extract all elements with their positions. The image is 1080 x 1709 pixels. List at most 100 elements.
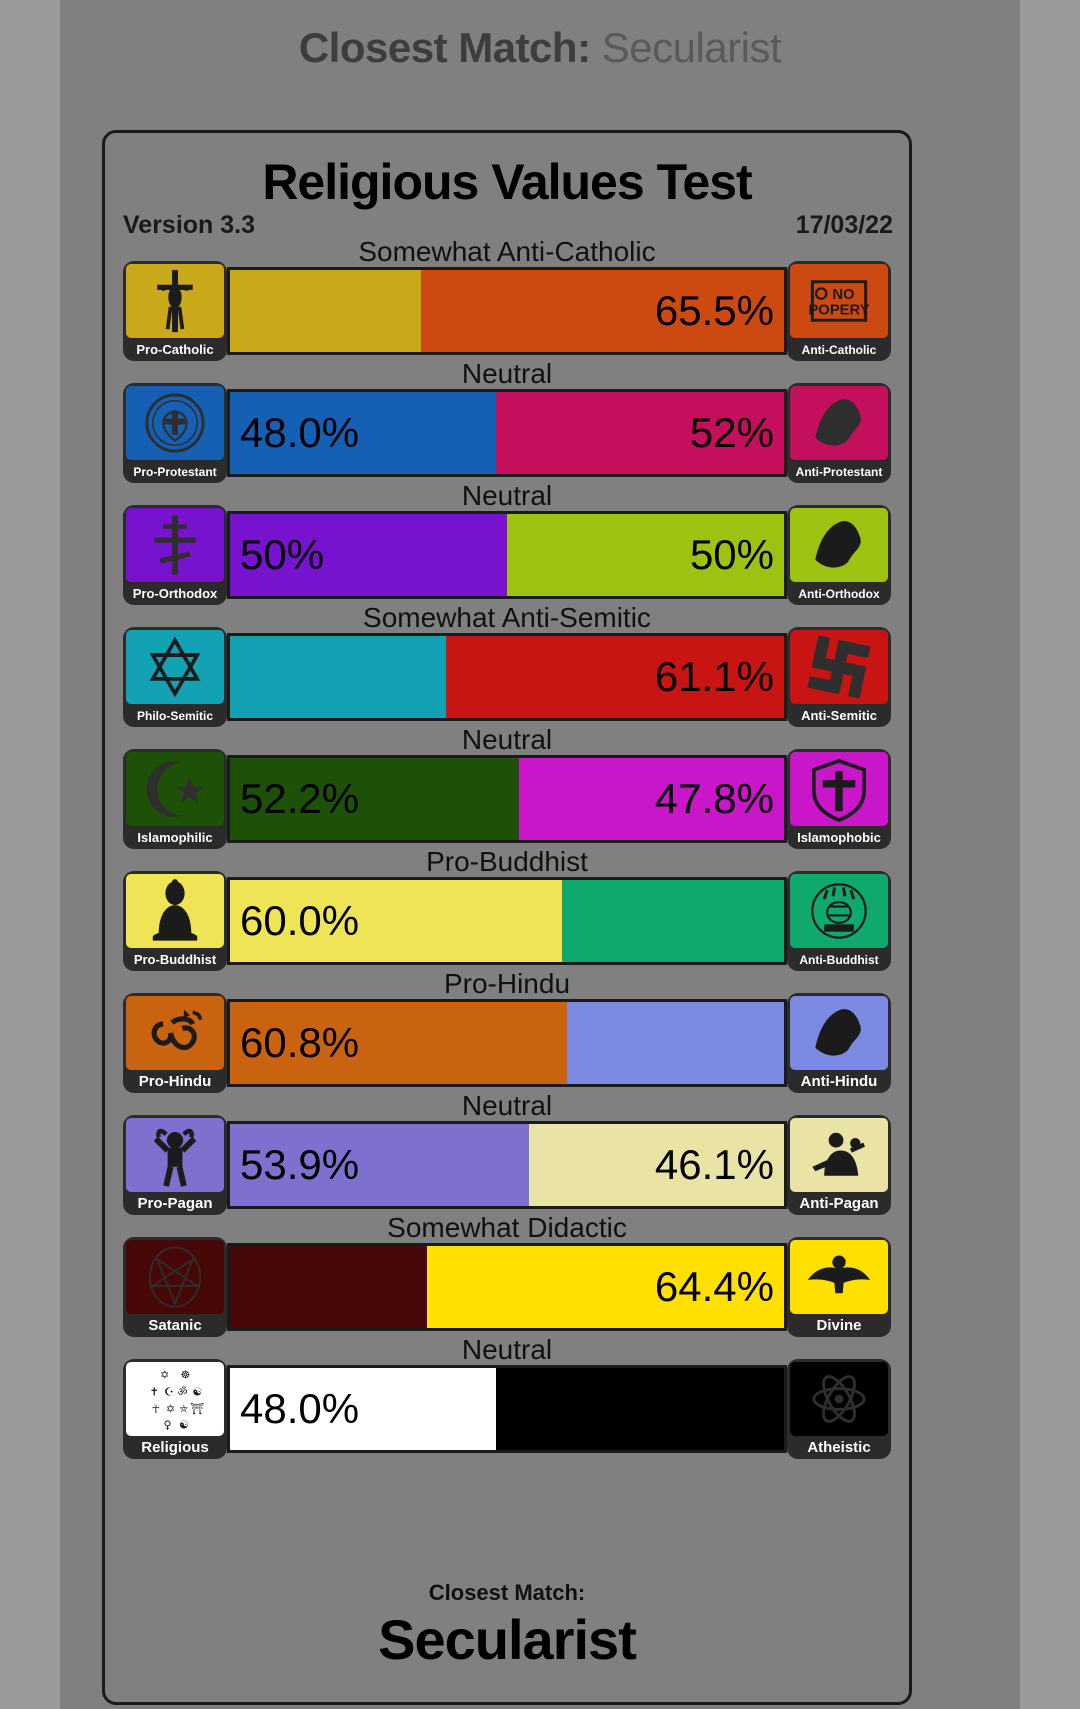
svg-text:☯: ☯ xyxy=(179,1419,189,1432)
axis-left-chip[interactable]: Pro-Pagan xyxy=(123,1115,227,1215)
axis-left-chip[interactable]: Pro-Buddhist xyxy=(123,871,227,971)
axis-left-chip[interactable]: Philo-Semitic xyxy=(123,627,227,727)
axis-right-segment xyxy=(495,1368,784,1450)
statue-relief-icon xyxy=(790,1118,888,1192)
axis-right-value: 46.1% xyxy=(654,1141,774,1188)
axes-list: Somewhat Anti-Catholic Pro-Catholic 65.5% N… xyxy=(105,236,909,1459)
axis-bar-area: Pro-Hindu 60.8% Anti-Hindu xyxy=(123,993,891,1093)
star-and-crescent-icon xyxy=(126,752,224,826)
page-title-prefix: Closest Match: xyxy=(298,24,591,71)
axis-right-chip[interactable]: Atheistic xyxy=(787,1359,891,1459)
axis-row: Neutral ✡ ☸ ✝ ☪ ॐ ☯ ☥ ✡ ⛤ ⛩ ♀ ☯ Religious 48.0% Atheist… xyxy=(105,1334,909,1459)
axis-right-chip[interactable]: Islamophobic xyxy=(787,749,891,849)
axis-left-value: 50% xyxy=(240,531,325,578)
axis-row: Somewhat Anti-Catholic Pro-Catholic 65.5% N… xyxy=(105,236,909,361)
axis-track: 53.9% 46.1% xyxy=(227,1121,787,1209)
axis-track: 64.4% xyxy=(227,1243,787,1331)
footer-match-value: Secularist xyxy=(378,1608,637,1671)
axis-left-value: 48.0% xyxy=(240,1385,360,1432)
eagle-icon xyxy=(790,1240,888,1314)
axis-track: 48.0% 52% xyxy=(227,389,787,477)
axis-track: 52.2% 47.8% xyxy=(227,755,787,843)
atheist-atom-icon xyxy=(790,1362,888,1436)
map-silhouette-icon xyxy=(790,996,888,1070)
svg-text:♀: ♀ xyxy=(164,1419,172,1432)
axis-row: Pro-Hindu Pro-Hindu 60.8% Anti-Hindu xyxy=(105,968,909,1093)
map-silhouette-icon xyxy=(790,386,888,460)
axis-caption: Neutral xyxy=(461,480,553,511)
axis-left-segment: 53.9% xyxy=(230,1124,529,1206)
axis-right-chip[interactable]: Divine xyxy=(787,1237,891,1337)
axis-right-segment: 46.1% xyxy=(528,1124,784,1206)
page-left-margin xyxy=(0,0,60,1709)
axis-right-value: 47.8% xyxy=(654,775,774,822)
axis-caption: Neutral xyxy=(461,1334,553,1365)
axis-right-chip[interactable]: Anti-Pagan xyxy=(787,1115,891,1215)
axis-caption: Neutral xyxy=(461,1090,553,1121)
axis-right-segment: 65.5% xyxy=(421,270,784,352)
axis-right-label: Atheistic xyxy=(807,1439,871,1456)
axis-row: Neutral Pro-Pagan 53.9% 46.1% Anti-Pagan xyxy=(105,1090,909,1215)
axis-caption: Pro-Buddhist xyxy=(426,846,588,877)
axis-left-chip[interactable]: Islamophilic xyxy=(123,749,227,849)
axis-right-value: 64.4% xyxy=(654,1263,774,1310)
page-right-margin xyxy=(1020,0,1080,1709)
axis-left-chip[interactable]: Pro-Hindu xyxy=(123,993,227,1093)
axis-left-segment xyxy=(230,1246,428,1328)
axis-row: Somewhat Didactic Satanic 64.4% Divine xyxy=(105,1212,909,1337)
axis-left-chip[interactable]: Satanic xyxy=(123,1237,227,1337)
axis-bar-area: Philo-Semitic 61.1% Anti-Semitic xyxy=(123,627,891,727)
axis-row: Somewhat Anti-Semitic Philo-Semitic 61.1% A… xyxy=(105,603,909,727)
axis-row: Neutral Islamophilic 52.2% 47.8% Islamophobi… xyxy=(105,724,909,849)
axis-track: 65.5% xyxy=(227,267,787,355)
axis-bar-area: Islamophilic 52.2% 47.8% Islamophobic xyxy=(123,749,891,849)
axis-track: 48.0% xyxy=(227,1365,787,1453)
axis-left-segment xyxy=(230,270,422,352)
axis-left-chip[interactable]: Pro-Orthodox xyxy=(123,505,227,605)
swastika-icon xyxy=(790,630,888,704)
axis-right-value: 52% xyxy=(689,409,774,456)
axis-bar-area: Satanic 64.4% Divine xyxy=(123,1237,891,1337)
axis-left-segment: 60.0% xyxy=(230,880,563,962)
date-label: 17/03/22 xyxy=(795,211,893,239)
svg-text:☥: ☥ xyxy=(152,1402,160,1415)
axis-track: 60.8% xyxy=(227,999,787,1087)
version-label: Version 3.3 xyxy=(123,211,256,239)
axis-right-segment: 47.8% xyxy=(519,758,784,840)
axis-track: 50% 50% xyxy=(227,511,787,599)
axis-row: Neutral Pro-Orthodox 50% 50% Anti-Orthodox xyxy=(105,480,909,605)
axis-left-chip[interactable]: Pro-Catholic xyxy=(123,261,227,361)
axis-right-chip[interactable]: Anti-Orthodox xyxy=(787,505,891,605)
axis-caption: Neutral xyxy=(461,724,553,755)
axis-left-value: 60.8% xyxy=(240,1019,360,1066)
axis-caption: Somewhat Didactic xyxy=(387,1212,627,1243)
axis-caption: Neutral xyxy=(461,358,553,389)
orthodox-cross-icon xyxy=(126,508,224,582)
axis-left-segment: 48.0% xyxy=(230,1368,496,1450)
axis-left-chip[interactable]: ✡ ☸ ✝ ☪ ॐ ☯ ☥ ✡ ⛤ ⛩ ♀ ☯ Religious xyxy=(123,1359,227,1459)
axis-row: Neutral Pro-Protestant 48.0% 52% Anti-Protes… xyxy=(105,358,909,483)
axis-left-segment: 50% xyxy=(230,514,507,596)
axis-right-chip[interactable]: Anti-Semitic xyxy=(787,627,891,727)
svg-text:ॐ: ॐ xyxy=(177,1385,187,1398)
map-silhouette-icon xyxy=(790,508,888,582)
axis-caption: Somewhat Anti-Catholic xyxy=(358,236,656,267)
svg-text:✡: ✡ xyxy=(166,1402,175,1415)
axis-left-value: 52.2% xyxy=(240,775,360,822)
axis-left-chip[interactable]: Pro-Protestant xyxy=(123,383,227,483)
pentagram-icon xyxy=(126,1240,224,1314)
axis-right-chip[interactable]: Anti-Protestant xyxy=(787,383,891,483)
axis-right-segment xyxy=(562,880,784,962)
axis-left-segment: 52.2% xyxy=(230,758,520,840)
axis-right-chip[interactable]: Anti-Buddhist xyxy=(787,871,891,971)
crucifix-icon xyxy=(126,264,224,338)
axis-right-chip[interactable]: NO POPERY Anti-Catholic xyxy=(787,261,891,361)
axis-caption: Pro-Hindu xyxy=(443,968,571,999)
axis-track: 60.0% xyxy=(227,877,787,965)
world-religions-symbols-icon: ✡ ☸ ✝ ☪ ॐ ☯ ☥ ✡ ⛤ ⛩ ♀ ☯ xyxy=(126,1362,224,1436)
axis-bar-area: Pro-Pagan 53.9% 46.1% Anti-Pagan xyxy=(123,1115,891,1215)
axis-right-chip[interactable]: Anti-Hindu xyxy=(787,993,891,1093)
svg-text:☯: ☯ xyxy=(192,1385,202,1398)
deity-relief-icon xyxy=(790,874,888,948)
axis-row: Pro-Buddhist Pro-Buddhist 60.0% Anti-Buddhi… xyxy=(105,846,909,971)
